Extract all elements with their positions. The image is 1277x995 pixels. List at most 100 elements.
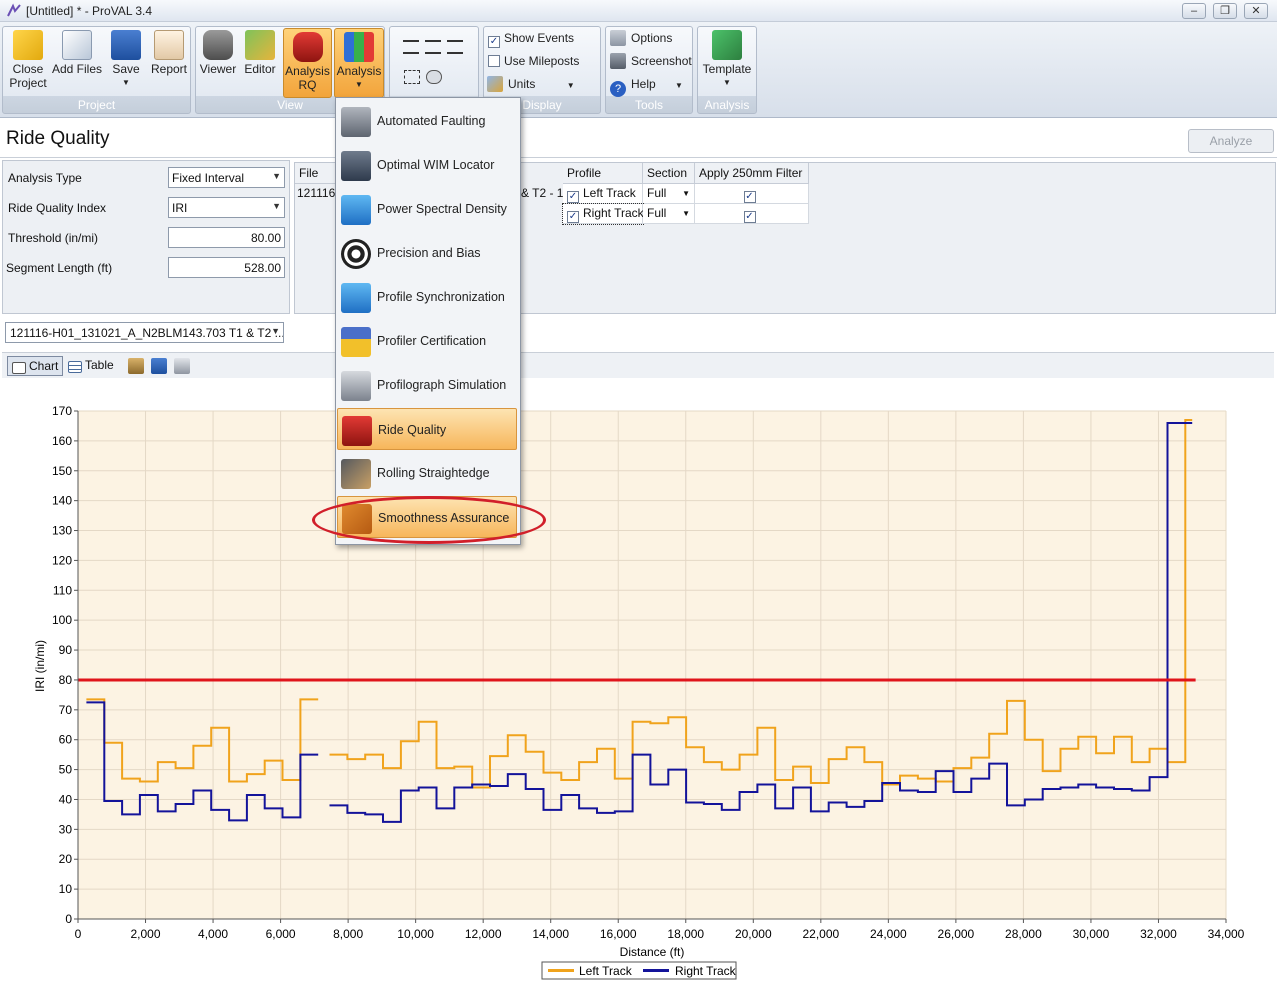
template-label: Template: [702, 62, 752, 76]
viewer-button[interactable]: Viewer: [198, 30, 238, 96]
menu-item-profile-synchronization[interactable]: Profile Synchronization: [337, 276, 517, 318]
units-dropdown[interactable]: Units ▼: [487, 74, 575, 94]
maximize-button[interactable]: ❐: [1213, 3, 1237, 19]
menu-item-optimal-wim-locator[interactable]: Optimal WIM Locator: [337, 144, 517, 186]
menu-item-rolling-straightedge[interactable]: Rolling Straightedge: [337, 452, 517, 494]
analysis-menu-items: Automated Faulting Optimal WIM Locator Pow…: [335, 97, 521, 545]
options-button[interactable]: Options: [610, 28, 672, 48]
screenshot-button[interactable]: Screenshot: [610, 51, 692, 71]
grid-file-name[interactable]: 121116: [297, 186, 335, 200]
left-track-filter-check[interactable]: ✓: [743, 191, 756, 203]
options-label: Options: [631, 31, 673, 45]
iri-chart: 0 10 20 30 40 50 60 70 80 90 100 110 120 130 140 150 160…: [2, 378, 1274, 990]
threshold-input[interactable]: 80.00: [168, 227, 285, 248]
add-files-button[interactable]: Add Files: [50, 30, 104, 96]
save-label: Save: [112, 62, 140, 76]
close-project-button[interactable]: Close Project: [6, 30, 50, 96]
table-row[interactable]: ✓ Right Track: [562, 203, 644, 225]
y-tick-label: 0: [65, 912, 72, 926]
camera-icon: [610, 53, 626, 69]
menu-item-ride-quality[interactable]: Ride Quality: [337, 408, 517, 450]
x-tick-label: 2,000: [131, 927, 161, 941]
x-axis-ticks: 0 2,000 4,000 6,000 8,000 10,000 12,000 14,000 1…: [75, 919, 1245, 941]
table-tab-label: Table: [85, 358, 114, 372]
use-mileposts-label: Use Mileposts: [504, 54, 580, 68]
close-button[interactable]: ✕: [1244, 3, 1268, 19]
print-icon[interactable]: [174, 358, 190, 374]
grid-header-filter[interactable]: Apply 250mm Filter: [695, 163, 809, 184]
segment-length-input[interactable]: 528.00: [168, 257, 285, 278]
right-track-section-select[interactable]: Full ▼: [643, 204, 695, 224]
y-tick-label: 90: [59, 643, 73, 657]
x-tick-label: 24,000: [870, 927, 907, 941]
ride-quality-index-label: Ride Quality Index: [8, 201, 107, 215]
lasso-icon[interactable]: [426, 70, 442, 84]
x-tick-label: 14,000: [532, 927, 569, 941]
table-row[interactable]: ✓ Left Track: [563, 184, 643, 204]
y-axis-ticks: 0 10 20 30 40 50 60 70 80 90 100 110 120 130 140 150 160…: [52, 404, 78, 926]
left-track-section-select[interactable]: Full ▼: [643, 184, 695, 204]
save-button[interactable]: Save ▼: [106, 30, 146, 96]
x-tick-label: 10,000: [397, 927, 434, 941]
right-track-section: Full: [647, 206, 667, 220]
floppy-icon: [111, 30, 141, 60]
car-icon: [342, 416, 372, 446]
analyze-button[interactable]: Analyze: [1188, 129, 1274, 153]
align-left-icon[interactable]: [403, 40, 419, 54]
save-chart-icon[interactable]: [151, 358, 167, 374]
left-track-check[interactable]: ✓: [567, 191, 579, 203]
x-tick-label: 32,000: [1140, 927, 1177, 941]
select-rect-icon[interactable]: [404, 70, 420, 84]
right-track-filter-check[interactable]: ✓: [743, 211, 756, 223]
editor-button[interactable]: Editor: [240, 30, 280, 96]
folder-icon: [13, 30, 43, 60]
template-button[interactable]: Template ▼: [700, 30, 754, 96]
analysis-rq-button[interactable]: Analysis RQ: [283, 28, 332, 98]
menu-item-label: Optimal WIM Locator: [377, 158, 495, 172]
menu-item-power-spectral-density[interactable]: Power Spectral Density: [337, 188, 517, 230]
target-icon: [341, 239, 371, 269]
clipboard-icon[interactable]: [128, 358, 144, 374]
options-icon: [610, 30, 626, 46]
file-select-dropdown[interactable]: 121116-H01_131021_A_N2BLM143.703 T1 & T2…: [5, 322, 284, 343]
menu-item-label: Precision and Bias: [377, 246, 481, 260]
show-events-checkbox[interactable]: ✓ Show Events: [488, 28, 574, 48]
minimize-button[interactable]: –: [1182, 3, 1206, 19]
chart-icon: [12, 362, 26, 374]
grid-header-profile[interactable]: Profile: [563, 163, 643, 184]
y-tick-label: 70: [59, 703, 73, 717]
right-track-filter-cell[interactable]: ✓: [695, 204, 809, 224]
binoculars-icon: [203, 30, 233, 60]
align-center-icon[interactable]: [425, 40, 441, 54]
menu-item-precision-and-bias[interactable]: Precision and Bias: [337, 232, 517, 274]
legend-right-label: Right Track: [675, 964, 737, 978]
right-track-check[interactable]: ✓: [567, 211, 579, 223]
group-label-analysis: Analysis: [704, 98, 750, 112]
x-tick-label: 28,000: [1005, 927, 1042, 941]
ride-quality-index-select[interactable]: IRI ▼: [168, 197, 285, 218]
table-tab-button[interactable]: Table: [64, 356, 118, 376]
menu-item-label: Automated Faulting: [377, 114, 486, 128]
align-right-icon[interactable]: [447, 40, 463, 54]
use-mileposts-checkbox[interactable]: Use Mileposts: [488, 51, 579, 71]
x-axis-label: Distance (ft): [620, 945, 685, 959]
analysis-dropdown-button[interactable]: Analysis ▼: [334, 28, 384, 98]
grid-header-section[interactable]: Section: [643, 163, 695, 184]
add-file-icon: [62, 30, 92, 60]
y-tick-label: 150: [52, 464, 72, 478]
x-tick-label: 34,000: [1208, 927, 1245, 941]
title-bar: [0, 0, 1277, 22]
chevron-down-icon: ▼: [272, 201, 281, 211]
chart-tab-button[interactable]: Chart: [7, 356, 64, 376]
analysis-type-select[interactable]: Fixed Interval ▼: [168, 167, 285, 188]
window-title: [Untitled] * - ProVAL 3.4: [26, 4, 153, 18]
report-button[interactable]: Report: [148, 30, 190, 96]
menu-item-automated-faulting[interactable]: Automated Faulting: [337, 100, 517, 142]
grid-file-suffix: & T2 - 1: [521, 186, 564, 200]
help-dropdown[interactable]: ? Help ▼: [610, 74, 683, 97]
menu-item-profiler-certification[interactable]: Profiler Certification: [337, 320, 517, 362]
menu-item-profilograph-simulation[interactable]: Profilograph Simulation: [337, 364, 517, 406]
x-tick-label: 30,000: [1073, 927, 1110, 941]
y-tick-label: 30: [59, 822, 73, 836]
left-track-filter-cell[interactable]: ✓: [695, 184, 809, 204]
